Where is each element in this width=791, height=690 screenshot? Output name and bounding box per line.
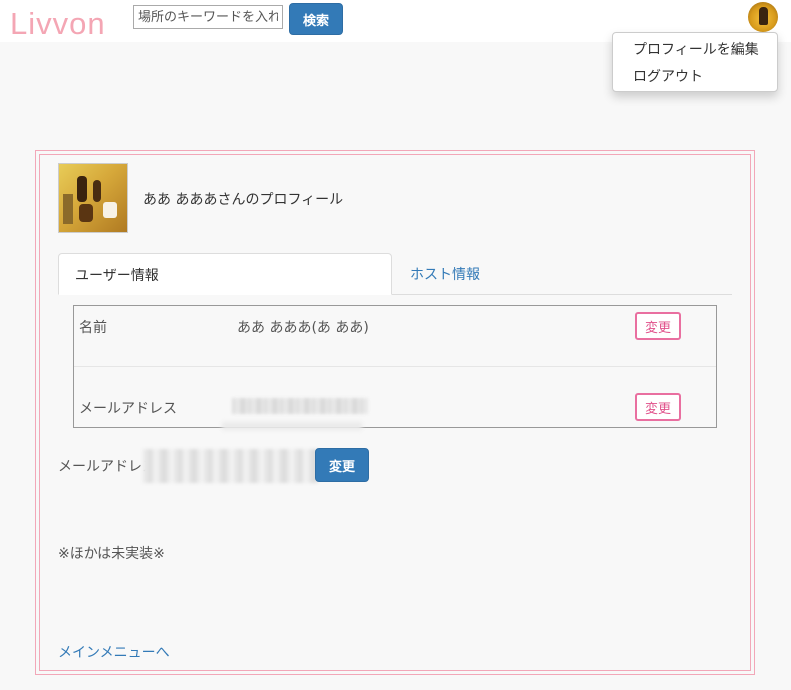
not-implemented-note: ※ほかは未実装※ bbox=[58, 546, 165, 562]
email-value-redacted bbox=[232, 398, 368, 414]
tab-host-info[interactable]: ホスト情報 bbox=[410, 264, 480, 284]
search-input[interactable] bbox=[133, 5, 283, 29]
search-button[interactable]: 検索 bbox=[289, 3, 343, 35]
email-field[interactable] bbox=[142, 449, 318, 483]
profile-title: ああ あああさんのプロフィール bbox=[143, 192, 344, 208]
email-value-redacted-shadow bbox=[222, 422, 362, 430]
tab-user-info-label: ユーザー情報 bbox=[75, 268, 159, 284]
email-label: メールアドレス bbox=[79, 401, 177, 417]
menu-item-logout[interactable]: ログアウト bbox=[633, 66, 703, 86]
user-avatar[interactable] bbox=[748, 2, 778, 32]
name-label: 名前 bbox=[79, 320, 107, 336]
name-value: ああ あああ(あ ああ) bbox=[237, 320, 369, 336]
profile-photo bbox=[58, 163, 128, 233]
site-logo[interactable]: Livvon bbox=[10, 6, 106, 42]
change-email-button[interactable]: 変更 bbox=[635, 393, 681, 421]
main-menu-link[interactable]: メインメニューへ bbox=[58, 642, 170, 662]
table-row-divider bbox=[74, 366, 716, 367]
user-dropdown-menu: プロフィールを編集 ログアウト bbox=[612, 32, 778, 92]
change-name-button[interactable]: 変更 bbox=[635, 312, 681, 340]
email-submit-button[interactable]: 変更 bbox=[315, 448, 369, 482]
tab-user-info[interactable]: ユーザー情報 bbox=[58, 253, 392, 295]
menu-item-edit-profile[interactable]: プロフィールを編集 bbox=[633, 39, 759, 59]
